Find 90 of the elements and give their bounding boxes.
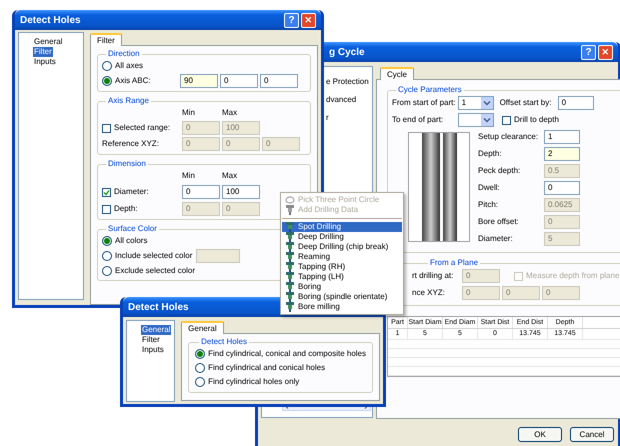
help-button[interactable]: ?: [581, 44, 596, 60]
menu-item[interactable]: Deep Drilling (chip break): [282, 242, 402, 252]
tree-item[interactable]: Inputs: [141, 345, 165, 355]
tree-item[interactable]: Inputs: [33, 57, 57, 67]
group-title: Dimension: [107, 158, 147, 170]
radio-button[interactable]: Exclude selected color: [102, 265, 196, 277]
radio-button[interactable]: Find cylindrical holes only: [195, 376, 300, 388]
tree-item[interactable]: e Protection: [326, 77, 369, 87]
menu-item[interactable]: Tapping (RH): [282, 262, 402, 272]
input-field[interactable]: 0: [182, 185, 220, 199]
checkbox[interactable]: Diameter:: [102, 186, 149, 198]
tree-item[interactable]: General: [141, 325, 172, 335]
tree-item[interactable]: General: [33, 37, 64, 47]
tree-item[interactable]: Filter: [33, 47, 53, 57]
column-header: Min: [182, 107, 196, 119]
tab[interactable]: General: [181, 321, 224, 334]
window-title: Detect Holes: [20, 14, 81, 28]
circle-icon: [285, 195, 295, 205]
field-label: Bore offset:: [478, 216, 520, 228]
radio-button[interactable]: Axis ABC:: [102, 75, 151, 87]
dropdown[interactable]: [458, 113, 494, 127]
dialog-button[interactable]: Cancel: [570, 427, 614, 442]
close-button[interactable]: ✕: [301, 12, 316, 28]
tab[interactable]: Filter: [90, 33, 122, 46]
drill-icon: [285, 282, 295, 292]
drill-icon: [285, 252, 295, 262]
field-label: Pitch:: [478, 199, 500, 211]
help-button[interactable]: ?: [284, 12, 299, 28]
menu-item[interactable]: Tapping (LH): [282, 272, 402, 282]
group-title: Surface Color: [107, 223, 158, 235]
menu-item[interactable]: Bore milling: [282, 302, 402, 312]
field-label: Reference XYZ:: [102, 138, 160, 150]
field-label: Diameter:: [478, 233, 514, 245]
menu-item[interactable]: Boring: [282, 282, 402, 292]
dialog-button[interactable]: OK: [518, 427, 562, 442]
radio-button[interactable]: All colors: [102, 235, 148, 247]
tree-item[interactable]: r: [326, 113, 329, 123]
drill-icon: [285, 292, 295, 302]
field-label: To end of part:: [392, 114, 444, 126]
group-title: Direction: [107, 48, 141, 60]
drill-icon: [285, 222, 295, 232]
radio-button[interactable]: All axes: [102, 60, 144, 72]
tab[interactable]: Cycle: [380, 67, 414, 80]
input-field[interactable]: 0: [558, 96, 594, 110]
input-field[interactable]: 90: [180, 74, 218, 88]
menu-item[interactable]: Deep Drilling: [282, 232, 402, 242]
field-label: Peck depth:: [478, 165, 522, 177]
field-label: nce XYZ:: [412, 287, 446, 299]
input-field[interactable]: 0: [544, 181, 580, 195]
menu-item[interactable]: Reaming: [282, 252, 402, 262]
menu-item[interactable]: Boring (spindle orientate): [282, 292, 402, 302]
drill-icon: [285, 302, 295, 312]
input-field[interactable]: 1: [544, 130, 580, 144]
checkmark-icon: [103, 188, 110, 196]
group-title: Cycle Parameters: [397, 84, 463, 96]
group-title: From a Plane: [429, 257, 480, 269]
tree-item[interactable]: Filter: [141, 335, 161, 345]
checkbox[interactable]: Drill to depth: [502, 114, 559, 126]
input-field[interactable]: 0: [260, 74, 298, 88]
drill-icon: [285, 205, 295, 215]
group-title: Axis Range: [107, 95, 150, 107]
close-button[interactable]: ✕: [598, 44, 613, 60]
field-label: Setup clearance:: [478, 131, 540, 143]
column-header: Max: [222, 170, 238, 182]
radio-button[interactable]: Find cylindrical, conical and composite holes: [195, 348, 366, 360]
column-header: Max: [222, 107, 238, 119]
drill-icon: [285, 262, 295, 272]
menu-item[interactable]: Spot Drilling: [282, 222, 402, 232]
column-header: Min: [182, 170, 196, 182]
input-field[interactable]: 2: [544, 147, 580, 161]
drill-icon: [285, 242, 295, 252]
dropdown[interactable]: 1: [458, 96, 494, 110]
checkbox[interactable]: Depth:: [102, 203, 138, 215]
input-field[interactable]: 100: [222, 185, 260, 199]
field-label: Depth:: [478, 148, 503, 160]
tree-item[interactable]: dvanced: [326, 95, 356, 105]
checkbox[interactable]: Selected range:: [102, 122, 170, 134]
field-label: rt drilling at:: [412, 270, 454, 282]
drill-icon: [285, 272, 295, 282]
radio-button[interactable]: Include selected color: [102, 250, 192, 262]
field-label: Dwell:: [478, 182, 501, 194]
dropdown-value: 1: [462, 97, 466, 109]
window-title: Detect Holes: [128, 300, 189, 314]
window-title: g Cycle: [329, 46, 365, 60]
group-title: Detect Holes: [200, 336, 248, 348]
field-label: Offset start by:: [500, 97, 552, 109]
radio-button[interactable]: Find cylindrical and conical holes: [195, 362, 326, 374]
drill-icon: [285, 232, 295, 242]
input-field[interactable]: 0: [220, 74, 258, 88]
field-label: From start of part:: [392, 97, 456, 109]
